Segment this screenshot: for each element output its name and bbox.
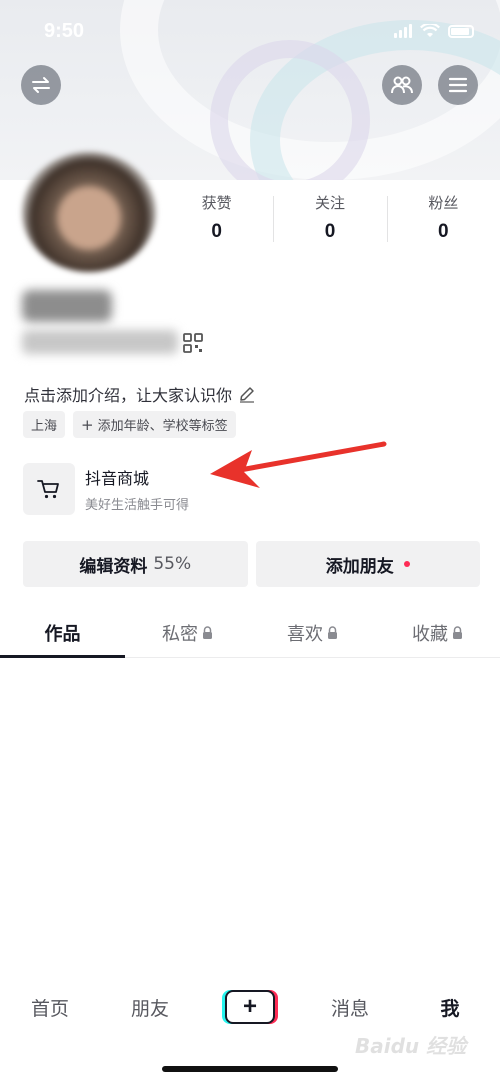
profile-actions: 编辑资料 55% 添加朋友 <box>23 541 480 587</box>
add-friend-label: 添加朋友 <box>325 556 394 577</box>
nav-create[interactable]: + <box>200 990 300 1024</box>
battery-icon <box>448 24 474 38</box>
username-blurred <box>22 290 112 322</box>
nav-home[interactable]: 首页 <box>0 994 100 1021</box>
watermark: Baidu 经验 <box>355 1034 467 1058</box>
menu-icon <box>448 77 468 93</box>
content-tabs: 作品 私密 喜欢 收藏 <box>0 612 500 658</box>
profile-completion: 55% <box>153 554 192 574</box>
stat-label: 关注 <box>314 194 345 212</box>
tab-label: 作品 <box>44 624 81 645</box>
cart-icon <box>37 480 59 499</box>
home-indicator[interactable] <box>162 1066 338 1072</box>
signal-icon <box>394 24 412 38</box>
friends-icon <box>391 76 413 94</box>
lock-icon <box>203 626 212 639</box>
tab-label: 喜欢 <box>287 624 323 645</box>
lock-icon <box>453 626 462 639</box>
status-time: 9:50 <box>44 20 85 42</box>
stat-following[interactable]: 关注 0 <box>273 192 386 243</box>
avatar[interactable] <box>22 152 156 272</box>
friends-button[interactable] <box>382 65 422 105</box>
tab-works[interactable]: 作品 <box>0 612 125 658</box>
profile-stats: 获赞 0 关注 0 粉丝 0 <box>160 192 500 243</box>
switch-account-icon <box>32 77 50 93</box>
shop-icon-box <box>23 463 75 515</box>
stat-value: 0 <box>438 221 449 242</box>
bottom-navigation: 首页 朋友 + 消息 我 <box>0 980 500 1034</box>
shop-entry[interactable]: 抖音商城 美好生活触手可得 <box>23 463 189 515</box>
stat-label: 粉丝 <box>428 194 459 212</box>
add-tag-button[interactable]: + 添加年龄、学校等标签 <box>73 411 236 438</box>
stat-value: 0 <box>324 221 336 242</box>
notification-dot <box>403 561 410 567</box>
lock-icon <box>328 626 337 639</box>
shop-title: 抖音商城 <box>85 469 150 488</box>
create-plus-button[interactable]: + <box>225 990 275 1024</box>
edit-profile-button[interactable]: 编辑资料 55% <box>23 541 248 587</box>
stat-likes[interactable]: 获赞 0 <box>160 192 273 243</box>
add-tag-label: 添加年龄、学校等标签 <box>97 419 228 434</box>
tab-private[interactable]: 私密 <box>125 612 250 657</box>
switch-account-button[interactable] <box>21 65 61 105</box>
bio-text: 点击添加介绍，让大家认识你 <box>24 386 233 405</box>
add-friend-button[interactable]: 添加朋友 <box>255 541 480 587</box>
shop-subtitle: 美好生活触手可得 <box>85 498 190 513</box>
stat-followers[interactable]: 粉丝 0 <box>386 192 500 243</box>
menu-button[interactable] <box>438 65 478 105</box>
tab-likes[interactable]: 喜欢 <box>250 612 375 657</box>
tab-label: 私密 <box>162 624 198 645</box>
profile-tags: 上海 + 添加年龄、学校等标签 <box>23 411 236 438</box>
nav-friends[interactable]: 朋友 <box>100 994 200 1021</box>
nav-me[interactable]: 我 <box>400 994 500 1021</box>
annotation-arrow <box>210 441 387 488</box>
status-bar: 9:50 <box>0 0 500 60</box>
user-id-blurred <box>22 330 178 354</box>
wifi-icon <box>420 24 440 37</box>
edit-profile-label: 编辑资料 <box>79 556 148 577</box>
location-tag[interactable]: 上海 <box>23 411 66 438</box>
bio-prompt[interactable]: 点击添加介绍，让大家认识你 <box>24 382 256 406</box>
nav-messages[interactable]: 消息 <box>300 994 400 1021</box>
plus-icon: + <box>81 415 94 434</box>
stat-label: 获赞 <box>201 194 232 212</box>
tab-label: 收藏 <box>412 624 448 645</box>
tab-favorites[interactable]: 收藏 <box>375 612 500 657</box>
edit-pencil-icon <box>240 387 255 403</box>
stat-value: 0 <box>211 221 222 242</box>
qr-code-icon[interactable] <box>183 333 203 353</box>
